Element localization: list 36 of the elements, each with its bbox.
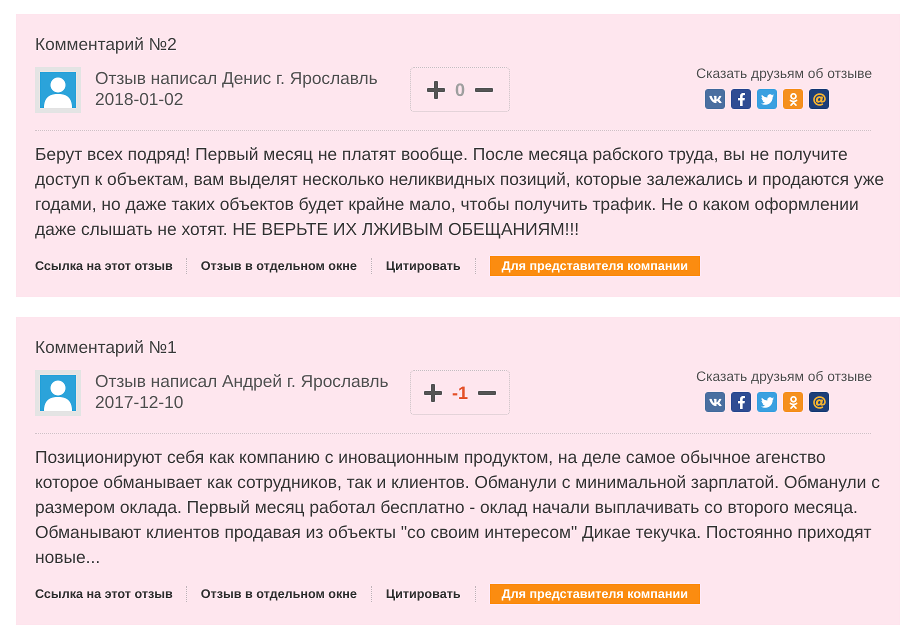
at-sign-icon[interactable] bbox=[809, 89, 829, 109]
review-text: Берут всех подряд! Первый месяц не платят вообще. После месяца рабского труда, вы не получите доступ к объектам, вам выделят несколько неликвидных позиций, которые залежались и продаются уже годами, но даже таких объектов будет крайне мало, чтобы получить трафик. Не о каком оформлении даже слышать не хотят. НЕ ВЕРЬТЕ ИХ ЛЖИВЫМ ОБЕЩАНИЯМ!!! bbox=[35, 143, 886, 241]
vk-logo-icon[interactable] bbox=[705, 89, 725, 109]
user-avatar-icon bbox=[35, 370, 81, 416]
facebook-logo-icon[interactable] bbox=[731, 392, 751, 412]
minus-button[interactable] bbox=[475, 88, 493, 92]
plus-icon bbox=[426, 80, 445, 98]
plus-button[interactable] bbox=[424, 384, 442, 402]
plus-button[interactable] bbox=[426, 80, 445, 98]
twitter-bird-icon[interactable] bbox=[757, 392, 777, 412]
vk-logo-icon[interactable] bbox=[705, 392, 725, 412]
review-action-link[interactable]: Отзыв в отдельном окне bbox=[186, 258, 371, 274]
review-action-link[interactable]: Ссылка на этот отзыв bbox=[35, 258, 186, 274]
minus-button[interactable] bbox=[478, 390, 496, 394]
share-label: Сказать друзьям об отзыве bbox=[696, 369, 872, 385]
review-action-link[interactable]: Цитировать bbox=[372, 258, 475, 274]
plus-icon bbox=[424, 384, 442, 402]
twitter-bird-icon[interactable] bbox=[757, 89, 777, 109]
comment-title: Комментарий №2 bbox=[35, 34, 178, 54]
at-sign-icon[interactable] bbox=[809, 392, 829, 412]
review-date: 2018-01-02 bbox=[95, 89, 184, 110]
review-text: Позиционируют себя как компанию с иновационным продуктом, на деле самое обычное агенство которое обманывает как сотрудников, так и клиентов. Обманули с минимальной зарплатой. Обманули с размером оклада. Первый месяц работал бесплатно - оклад начали выплачивать со второго месяца. Обманывают клиентов продавая из объекты "со своим интересом" Дикае текучка. Постоянно приходят новые... bbox=[35, 446, 881, 569]
comment-title: Комментарий №1 bbox=[35, 337, 178, 357]
facebook-logo-icon[interactable] bbox=[731, 89, 751, 109]
author-line: Отзыв написал Андрей г. Ярославль bbox=[95, 371, 390, 392]
minus-icon bbox=[475, 88, 493, 92]
vote-score: 0 bbox=[454, 80, 465, 100]
user-avatar-icon bbox=[35, 67, 81, 113]
review-date: 2017-12-10 bbox=[95, 392, 184, 413]
vote-score: -1 bbox=[452, 382, 468, 402]
author-line: Отзыв написал Денис г. Ярославль bbox=[95, 68, 379, 89]
review-action-link[interactable]: Ссылка на этот отзыв bbox=[35, 586, 186, 602]
review-action-link[interactable]: Цитировать bbox=[372, 586, 475, 602]
share-label: Сказать друзьям об отзыве bbox=[696, 66, 872, 82]
minus-icon bbox=[478, 390, 496, 394]
review-action-link[interactable]: Отзыв в отдельном окне bbox=[186, 586, 371, 602]
